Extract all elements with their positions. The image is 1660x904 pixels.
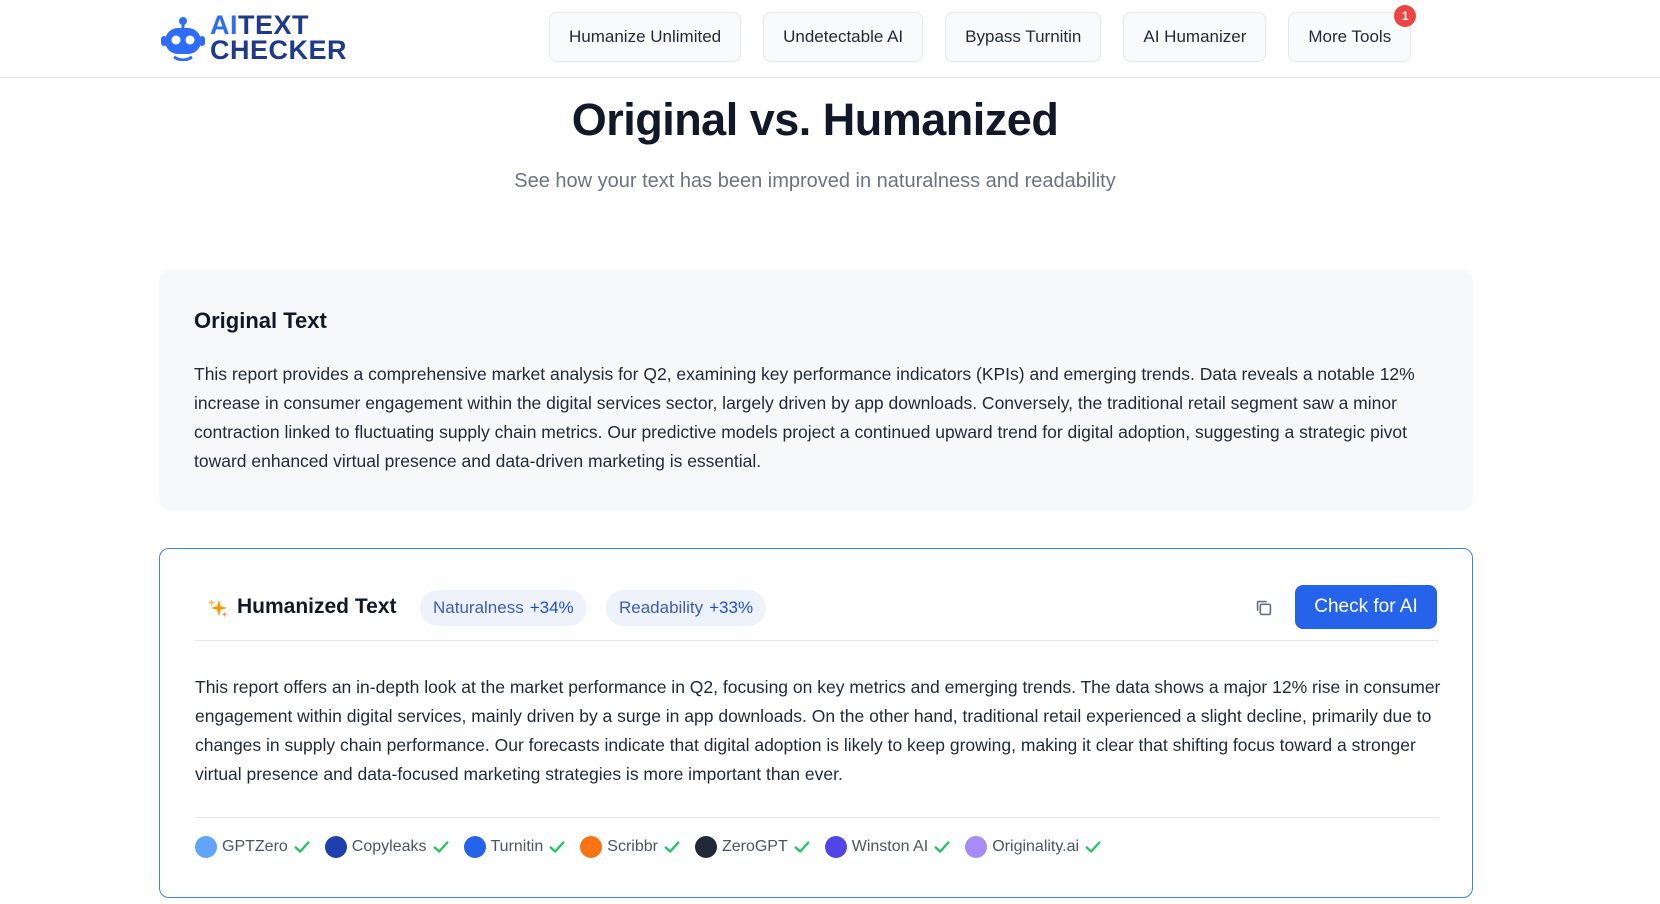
detector-name: ZeroGPT: [721, 838, 788, 855]
detector-logo-icon: [694, 836, 717, 858]
humanized-text-card: Humanized Text Naturalness +34% Readabil…: [159, 548, 1473, 898]
notification-badge: 1: [1394, 5, 1417, 27]
top-header: AITEXT CHECKER Humanize Unlimited Undete…: [0, 0, 1660, 78]
detector-logo-icon: [195, 836, 217, 858]
detector-item: Scribbr: [580, 836, 681, 858]
detector-name: GPTZero: [222, 838, 288, 855]
detector-name: Turnitin: [490, 838, 544, 855]
checkmark-icon: [294, 841, 310, 853]
detector-results: GPTZero Copyleaks Turnitin Scribbr ZeroGPT Wi…: [195, 817, 1439, 858]
robot-logo-icon: [161, 17, 205, 61]
detector-logo-icon: [824, 836, 847, 858]
detector-logo-icon: [965, 836, 988, 858]
checkmark-icon: [664, 841, 680, 853]
original-text-body: This report provides a comprehensive mar…: [194, 364, 1415, 471]
checkmark-icon: [934, 841, 950, 853]
page-subtitle: See how your text has been improved in n…: [514, 170, 1116, 192]
detector-item: ZeroGPT: [694, 836, 811, 858]
checkmark-icon: [794, 841, 810, 853]
site-logo[interactable]: AITEXT CHECKER: [160, 12, 347, 64]
detector-name: Winston AI: [851, 838, 929, 855]
check-for-ai-button[interactable]: Check for AI: [1295, 585, 1437, 629]
detector-item: Winston AI: [824, 836, 951, 858]
sparkle-icon: [207, 598, 228, 618]
nav-bypass-turnitin[interactable]: Bypass Turnitin: [945, 12, 1102, 62]
checkmark-icon: [1085, 841, 1101, 853]
page-title: Original vs. Humanized: [571, 94, 1059, 145]
detector-name: Scribbr: [607, 838, 658, 855]
checkmark-icon: [433, 841, 448, 853]
copy-icon[interactable]: [1253, 597, 1275, 619]
logo-wordmark: AITEXT CHECKER: [210, 12, 347, 64]
readability-badge: Readability +33%: [606, 590, 767, 626]
detector-item: Turnitin: [463, 836, 567, 858]
top-nav: Humanize Unlimited Undetectable AI Bypas…: [549, 5, 1417, 62]
detector-item: Copyleaks: [324, 836, 450, 858]
humanized-text-body: This report offers an in-depth look at t…: [195, 677, 1441, 784]
detector-item: GPTZero: [195, 836, 311, 858]
humanized-card-header: Humanized Text Naturalness +34% Readabil…: [195, 585, 1439, 641]
detector-name: Copyleaks: [351, 838, 427, 855]
detector-item: Originality.ai: [965, 836, 1102, 858]
naturalness-badge: Naturalness +34%: [420, 590, 587, 626]
original-text-title: Original Text: [194, 308, 327, 333]
logo-line2-text: CHECKER: [210, 35, 348, 65]
detector-name: Originality.ai: [992, 838, 1080, 855]
nav-undetectable-ai[interactable]: Undetectable AI: [763, 12, 924, 62]
detector-logo-icon: [324, 836, 347, 858]
nav-ai-humanizer[interactable]: AI Humanizer: [1123, 12, 1267, 62]
detector-logo-icon: [580, 836, 603, 858]
original-text-card: Original Text This report provides a com…: [159, 270, 1473, 511]
humanized-text-title: Humanized Text: [237, 595, 397, 618]
checkmark-icon: [549, 841, 565, 853]
detector-logo-icon: [463, 836, 486, 858]
nav-humanize-unlimited[interactable]: Humanize Unlimited: [549, 12, 742, 62]
nav-more-tools[interactable]: More Tools 1: [1288, 5, 1417, 62]
